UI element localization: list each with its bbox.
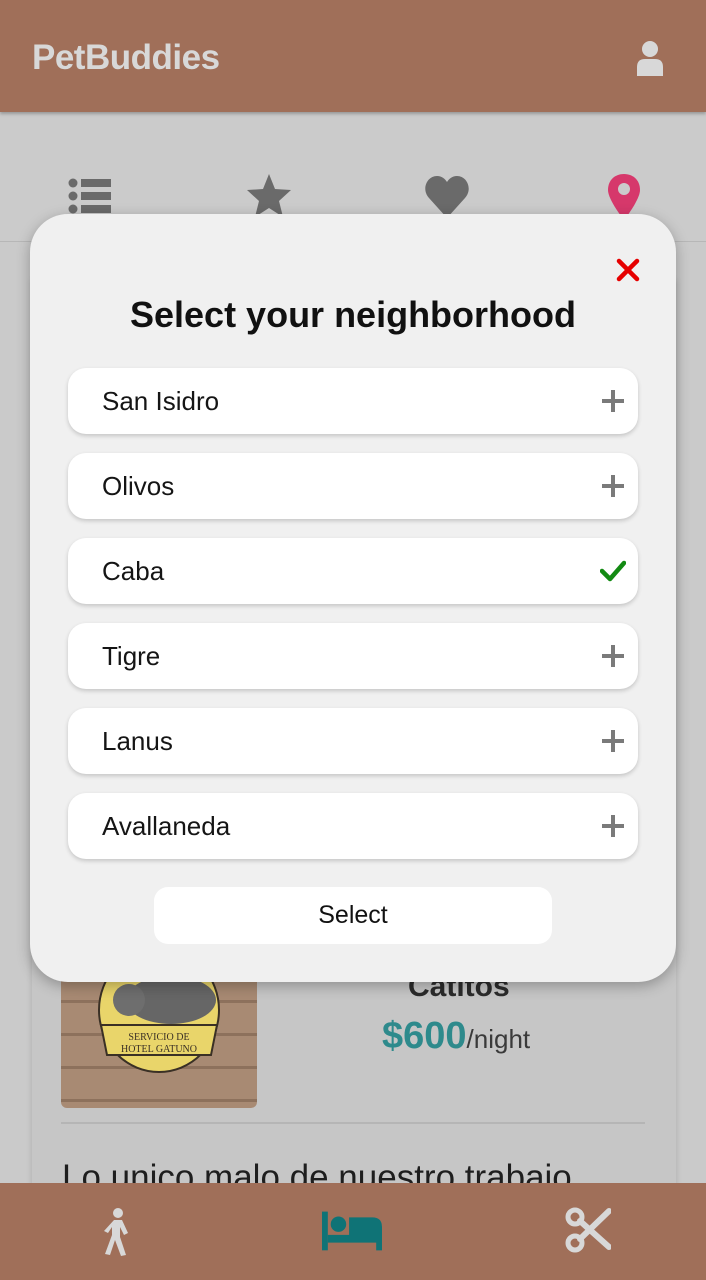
option-avallaneda[interactable]: Avallaneda [68,793,638,859]
price-value: $600 [382,1015,467,1057]
heart-icon [425,176,469,218]
list-icon [68,178,111,214]
option-label: Caba [102,555,165,586]
plus-icon [602,730,624,752]
star-icon [247,174,291,217]
bed-icon [322,1211,382,1251]
plus-icon [602,815,624,837]
divider [61,1122,645,1124]
option-caba[interactable]: Caba [68,538,638,604]
close-icon[interactable] [616,258,640,282]
walk-icon [104,1208,128,1256]
option-lanus[interactable]: Lanus [68,708,638,774]
hotel-price: $600/night [382,1015,530,1058]
hotel-image-caption: SERVICIO DE [128,1032,189,1043]
svg-text:HOTEL GATUNO: HOTEL GATUNO [121,1044,197,1055]
app-title: PetBuddies [32,38,220,77]
bottom-nav [0,1183,706,1280]
neighborhood-modal: Select your neighborhood San Isidro Oliv… [30,214,676,982]
nav-grooming[interactable] [558,1207,618,1257]
nav-walking[interactable] [88,1207,148,1257]
option-label: Lanus [102,725,173,756]
price-unit: /night [466,1024,531,1054]
option-label: Avallaneda [102,810,231,841]
select-button[interactable]: Select [154,887,552,944]
option-san-isidro[interactable]: San Isidro [68,368,638,434]
option-label: Tigre [102,640,161,671]
user-icon[interactable] [636,40,664,76]
app-header: PetBuddies [0,0,706,112]
modal-title: Select your neighborhood [129,294,577,335]
option-label: San Isidro [102,385,220,416]
scissors-icon [565,1207,611,1253]
option-olivos[interactable]: Olivos [68,453,638,519]
plus-icon [602,390,624,412]
plus-icon [602,475,624,497]
hotel-image: SERVICIO DE HOTEL GATUNO [61,970,257,1108]
location-pin-icon [608,174,640,220]
option-label: Olivos [102,470,175,501]
option-tigre[interactable]: Tigre [68,623,638,689]
plus-icon [602,645,624,667]
nav-hotel[interactable] [322,1207,382,1257]
check-icon [600,560,626,582]
